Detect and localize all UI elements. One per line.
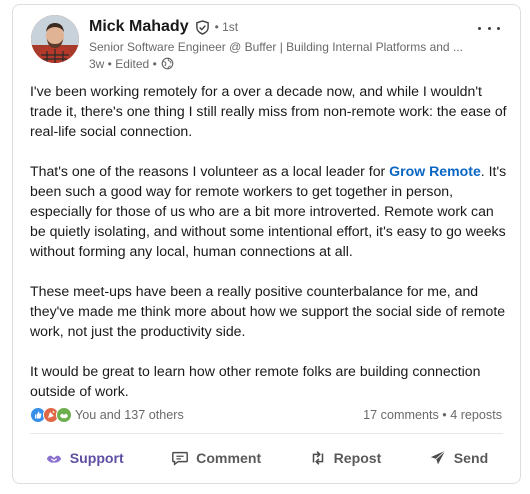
send-icon [430, 450, 446, 465]
counts-separator: • [438, 408, 451, 422]
grow-remote-mention-link[interactable]: Grow Remote [389, 163, 481, 179]
post-paragraph-3: These meet-ups have been a really positi… [30, 283, 506, 339]
comment-label: Comment [196, 450, 262, 466]
send-button[interactable]: Send [419, 443, 498, 473]
support-label: Support [69, 450, 124, 466]
reaction-icons [30, 407, 72, 423]
reposts-count-link[interactable]: 4 reposts [450, 408, 502, 422]
repost-button[interactable]: Repost [299, 443, 392, 473]
timestamp: 3w • Edited • [89, 56, 157, 71]
post-body: I've been working remotely for a over a … [30, 81, 510, 401]
name-row: Mick Mahady • 1st [89, 15, 466, 39]
post-paragraph-4: It would be great to learn how other rem… [30, 363, 481, 399]
paragraph-2-start: That's one of the reasons I volunteer as… [30, 163, 390, 179]
post-header: Mick Mahady • 1st Senior Software Engine… [31, 15, 506, 75]
post-card: Mick Mahady • 1st Senior Software Engine… [12, 4, 521, 484]
support-reaction-icon [56, 407, 72, 423]
comments-count-link[interactable]: 17 comments [363, 408, 439, 422]
connection-degree: • 1st [214, 20, 239, 34]
send-label: Send [453, 450, 489, 466]
reactions-text: You and 137 others [75, 408, 184, 422]
repost-icon [312, 451, 323, 465]
author-name[interactable]: Mick Mahady [89, 18, 189, 36]
comment-button[interactable]: Comment [161, 443, 271, 473]
timestamp-row: 3w • Edited • [89, 55, 466, 72]
post-paragraph-1: I've been working remotely for a over a … [30, 83, 507, 139]
social-counts-row: You and 137 others 17 comments • 4 repos… [30, 405, 502, 425]
post-paragraph-2: That's one of the reasons I volunteer as… [30, 161, 510, 261]
reactions-summary[interactable]: You and 137 others [30, 407, 184, 423]
support-icon [46, 455, 61, 463]
more-options-icon[interactable] [478, 21, 500, 35]
globe-icon [161, 57, 174, 70]
action-bar: Support Comment Repost Send [21, 439, 512, 477]
author-meta: Mick Mahady • 1st Senior Software Engine… [89, 15, 466, 72]
repost-label: Repost [333, 450, 382, 466]
author-avatar[interactable] [31, 15, 79, 63]
comment-icon [172, 451, 189, 466]
divider [30, 433, 503, 434]
verified-shield-icon [195, 19, 210, 35]
engagement-counts: 17 comments • 4 reposts [363, 408, 502, 422]
author-headline: Senior Software Engineer @ Buffer | Buil… [89, 40, 463, 54]
support-button[interactable]: Support [35, 443, 134, 473]
